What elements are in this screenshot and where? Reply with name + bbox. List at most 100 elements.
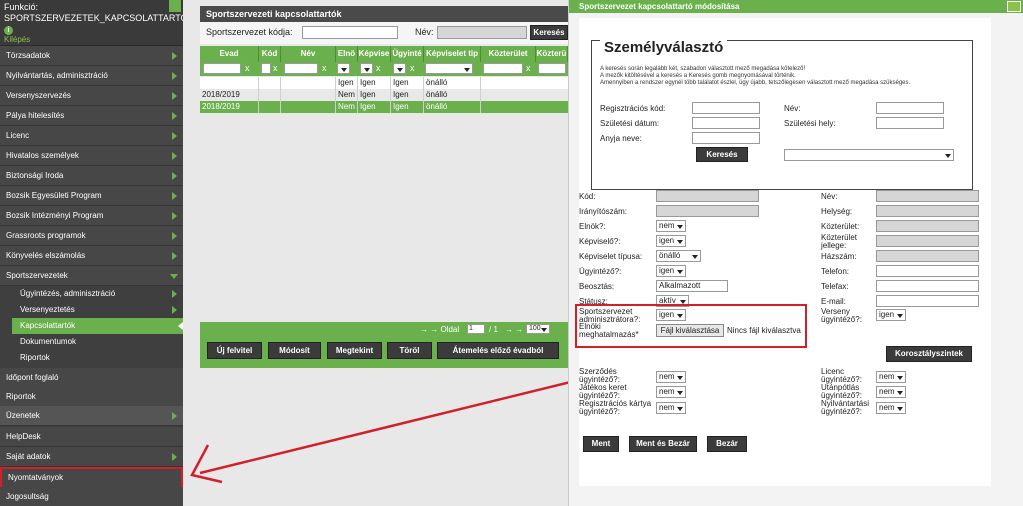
filter-kozterulet2-input[interactable] [538, 63, 566, 74]
filter-evad-input[interactable] [203, 63, 241, 74]
clear-filter-icon[interactable]: x [410, 63, 415, 73]
filter-elnok-select[interactable] [337, 63, 350, 74]
sidebar-item-hivatalos[interactable]: Hivatalos személyek [0, 146, 183, 166]
save-and-close-button[interactable]: Ment és Bezár [629, 436, 697, 452]
search-button[interactable]: Keresés [530, 25, 568, 40]
sidebar-item-sajat-adatok[interactable]: Saját adatok [0, 447, 183, 467]
sidebar-item-label: Bozsik Egyesületi Program [6, 191, 102, 200]
col-header-elnok[interactable]: Elnö [336, 46, 358, 62]
licenc-ugyintezo-select[interactable]: nem [876, 371, 906, 383]
table-row[interactable]: Igen Igen Igen önálló [200, 77, 568, 89]
sidebar-item-helpdesk[interactable]: HelpDesk [0, 427, 183, 447]
filter-nev-input[interactable] [284, 63, 318, 74]
telefax-input[interactable] [876, 280, 979, 292]
sidebar-subitem-ugyintezes[interactable]: Ügyintézés, adminisztráció [12, 286, 183, 302]
reg-kartya-select[interactable]: nem [656, 402, 686, 414]
sidebar-item-biztonsagi[interactable]: Biztonsági Iroda [0, 166, 183, 186]
copy-from-previous-season-button[interactable]: Átemelés előző évadból [437, 342, 559, 359]
chevron-right-icon [172, 52, 177, 60]
col-header-kepviselet-tip[interactable]: Képviselet tip [424, 46, 481, 62]
verseny-ugyintezo-select[interactable]: igen [876, 309, 906, 321]
modify-button[interactable]: Módosít [268, 342, 321, 359]
sidebar-item-palya[interactable]: Pálya hitelesítés [0, 106, 183, 126]
sidebar-item-uzenetek[interactable]: Üzenetek [0, 406, 183, 426]
sidebar-subitem-kapcsolattartok[interactable]: Kapcsolattartók [12, 318, 183, 334]
sidebar-item-sportszervezetek[interactable]: Sportszervezetek [0, 266, 183, 286]
name-input[interactable] [437, 26, 527, 39]
col-header-kepviselo[interactable]: Képvise [358, 46, 391, 62]
jatekos-keret-select[interactable]: nem [656, 386, 686, 398]
sidebar-item-konyveles[interactable]: Könyvelés elszámolás [0, 246, 183, 266]
sidebar-item-idopont[interactable]: Időpont foglaló [0, 368, 183, 388]
dropdown-arrow-icon [897, 376, 903, 380]
page-input[interactable]: 1 [467, 324, 485, 334]
file-choose-button[interactable]: Fájl kiválasztása [656, 324, 724, 337]
birth-date-input[interactable] [692, 117, 760, 129]
code-input[interactable] [302, 26, 398, 39]
sidebar-item-versenyszervezes[interactable]: Versenyszervezés [0, 86, 183, 106]
picker-name-input[interactable] [876, 102, 944, 114]
filter-ugyintezo-select[interactable] [393, 63, 406, 74]
pager-next-icon[interactable]: → → [505, 325, 523, 334]
sidebar-item-grassroots[interactable]: Grassroots programok [0, 226, 183, 246]
col-header-kozterulet[interactable]: Közterület [481, 46, 536, 62]
telefon-input[interactable] [876, 265, 979, 277]
new-button[interactable]: Új felvitel [207, 342, 262, 359]
utanpotlas-select[interactable]: nem [876, 386, 906, 398]
sidebar-item-nyilvantartas[interactable]: Nyilvántartás, adminisztráció [0, 66, 183, 86]
kepviselet-tipus-select[interactable]: önálló [656, 250, 701, 262]
save-button[interactable]: Ment [583, 436, 619, 452]
filter-kod-input[interactable] [261, 63, 271, 74]
sidebar-item-riportok[interactable]: Riportok [0, 387, 183, 407]
table-row-selected[interactable]: 2018/2019 Nem Igen Igen önálló [200, 101, 568, 113]
table-row[interactable]: 2018/2019 Nem Igen Igen önálló [200, 89, 568, 101]
kepviselo-select[interactable]: igen [656, 235, 686, 247]
info-icon[interactable]: i [4, 26, 13, 35]
sidebar-item-bozsik-egyesuleti[interactable]: Bozsik Egyesületi Program [0, 186, 183, 206]
clear-filter-icon[interactable]: x [245, 63, 250, 73]
cell-kod [259, 89, 281, 101]
clear-filter-icon[interactable]: x [376, 63, 381, 73]
elnok-select[interactable]: nem [656, 220, 686, 232]
logout-link[interactable]: Kilépés [4, 35, 179, 44]
ugyintezo-select[interactable]: igen [656, 265, 686, 277]
email-input[interactable] [876, 295, 979, 307]
cell-kod [259, 77, 281, 89]
sidebar-subitem-versenyeztetes[interactable]: Versenyeztetés [12, 302, 183, 318]
col-header-nev[interactable]: Név [281, 46, 336, 62]
sidebar: Funkció: SPORTSZERVEZETEK_KAPCSOLATTARTO… [0, 0, 194, 506]
sidebar-item-nyomtatvanyok[interactable]: Nyomtatványok [0, 467, 183, 489]
reg-code-input[interactable] [692, 102, 760, 114]
sidebar-item-licenc[interactable]: Licenc [0, 126, 183, 146]
mother-name-input[interactable] [692, 132, 760, 144]
sport-admin-select[interactable]: igen [656, 309, 686, 321]
col-header-kozterulet2[interactable]: Közterü [536, 46, 568, 62]
filter-kozterulet-input[interactable] [483, 63, 523, 74]
beosztas-input[interactable]: Alkalmazott [656, 280, 728, 292]
age-groups-button[interactable]: Korosztályszintek [886, 346, 972, 362]
col-header-ugyintezo[interactable]: Ügyinté [391, 46, 424, 62]
sidebar-item-torzsadatok[interactable]: Törzsadatok [0, 46, 183, 66]
picker-result-select[interactable] [784, 149, 954, 161]
col-header-kod[interactable]: Kód [259, 46, 281, 62]
filter-kepviselo-select[interactable] [360, 63, 373, 74]
sidebar-subitem-dokumentumok[interactable]: Dokumentumok [12, 334, 183, 350]
sidebar-subitem-riportok[interactable]: Riportok [12, 350, 183, 366]
sidebar-item-bozsik-intezmenyi[interactable]: Bozsik Intézményi Program [0, 206, 183, 226]
picker-search-button[interactable]: Keresés [696, 147, 748, 162]
collapse-button[interactable] [169, 0, 181, 12]
close-icon[interactable] [1007, 1, 1021, 12]
filter-kepviselet-select[interactable] [425, 63, 473, 74]
page-size-select[interactable]: 100 [526, 324, 550, 334]
clear-filter-icon[interactable]: x [273, 63, 278, 73]
birth-place-input[interactable] [876, 117, 944, 129]
view-button[interactable]: Megtekint [327, 342, 382, 359]
col-header-evad[interactable]: Evad [200, 46, 259, 62]
sidebar-item-jogosultsag[interactable]: Jogosultság [0, 487, 183, 506]
delete-button[interactable]: Töröl [387, 342, 432, 359]
clear-filter-icon[interactable]: x [322, 63, 327, 73]
clear-filter-icon[interactable]: x [526, 63, 531, 73]
szerzodes-select[interactable]: nem [656, 371, 686, 383]
nyilvantartasi-select[interactable]: nem [876, 402, 906, 414]
close-button[interactable]: Bezár [707, 436, 747, 452]
